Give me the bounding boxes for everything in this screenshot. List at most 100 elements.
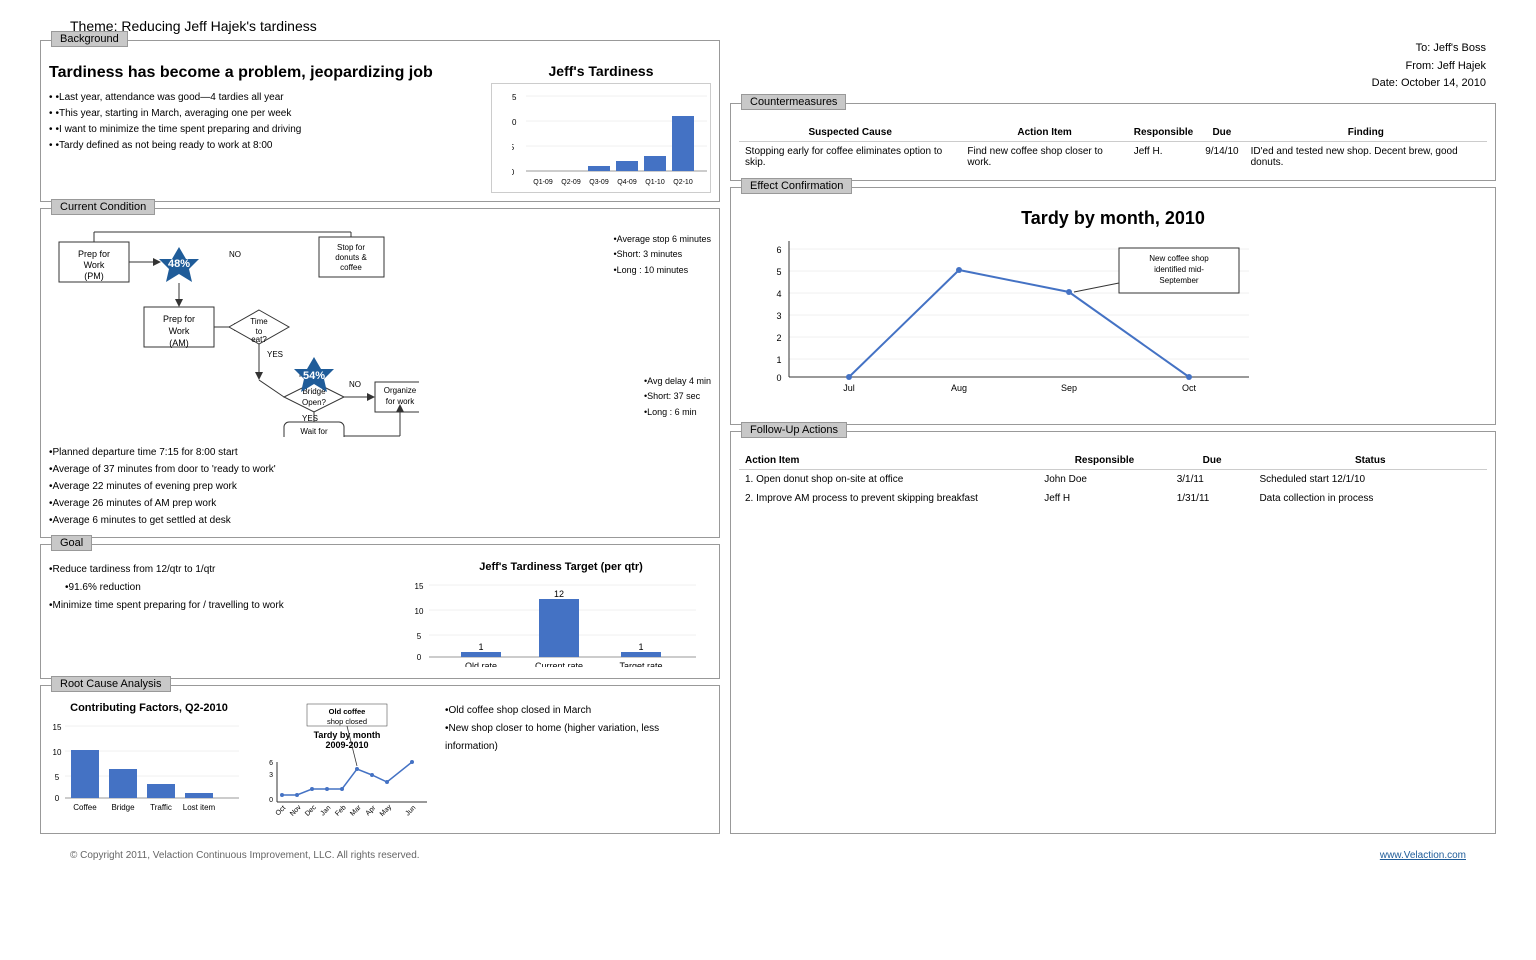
cm-col-finding: Finding (1245, 124, 1487, 142)
svg-text:for work: for work (386, 397, 415, 406)
page-title: Theme: Reducing Jeff Hajek's tardiness (70, 18, 1506, 34)
goal-chart-title: Jeff's Tardiness Target (per qtr) (411, 561, 711, 573)
followup-table: Action Item Responsible Due Status 1. Op… (739, 452, 1487, 508)
svg-text:Q1-10: Q1-10 (645, 179, 665, 186)
cm-cell-due: 9/14/10 (1199, 141, 1244, 172)
cm-cell-finding: ID'ed and tested new shop. Decent brew, … (1245, 141, 1487, 172)
copyright: © Copyright 2011, Velaction Continuous I… (70, 850, 420, 861)
fu-row: 2. Improve AM process to prevent skippin… (739, 489, 1487, 508)
svg-text:Q4-09: Q4-09 (617, 179, 637, 186)
svg-text:Coffee: Coffee (73, 803, 97, 812)
svg-text:Aug: Aug (951, 383, 967, 393)
tardy-note: •Old coffee shop closed in March (445, 702, 711, 720)
current-condition-label: Current Condition (51, 199, 155, 215)
root-cause-label: Root Cause Analysis (51, 676, 171, 692)
svg-text:Old rate: Old rate (465, 661, 497, 667)
svg-text:0: 0 (417, 653, 422, 662)
svg-text:Jun: Jun (404, 804, 417, 817)
fu-cell-status: Scheduled start 12/1/10 (1253, 469, 1487, 489)
svg-text:12: 12 (554, 589, 564, 599)
svg-text:Nov: Nov (289, 804, 303, 818)
flowchart-svg: Prep for Work (PM) 48% (49, 227, 419, 437)
svg-text:0: 0 (512, 168, 515, 177)
background-text: Tardiness has become a problem, jeopardi… (49, 63, 483, 193)
svg-text:Sep: Sep (1061, 383, 1077, 393)
fu-cell-responsible: John Doe (1038, 469, 1171, 489)
svg-text:15: 15 (415, 582, 424, 591)
countermeasures-table: Suspected Cause Action Item Responsible … (739, 124, 1487, 172)
followup-label: Follow-Up Actions (741, 422, 847, 438)
goal-text: •Reduce tardiness from 12/qtr to 1/qtr•9… (49, 561, 403, 670)
svg-text:September: September (1159, 276, 1198, 285)
tardiness-chart: Jeff's Tardiness 15 10 5 0 (491, 63, 711, 193)
svg-text:Organize: Organize (384, 386, 417, 395)
background-section: Background Tardiness has become a proble… (40, 40, 720, 202)
svg-text:coffee: coffee (340, 263, 362, 272)
svg-text:Q2-09: Q2-09 (561, 179, 581, 186)
cm-col-due: Due (1199, 124, 1244, 142)
svg-text:1: 1 (776, 355, 781, 365)
right-panel: To: Jeff's Boss From: Jeff Hajek Date: O… (730, 40, 1496, 834)
svg-text:Apr: Apr (365, 804, 378, 817)
svg-text:Lost item: Lost item (183, 803, 216, 812)
background-bullet: •I want to minimize the time spent prepa… (49, 122, 483, 138)
cf-chart-svg: 15 10 5 0 (49, 718, 244, 818)
svg-text:54%: 54% (303, 370, 325, 382)
goal-bullet: •Reduce tardiness from 12/qtr to 1/qtr (49, 561, 403, 579)
svg-text:10: 10 (415, 607, 424, 616)
fu-cell-action: 2. Improve AM process to prevent skippin… (739, 489, 1038, 508)
fu-col-due: Due (1171, 452, 1254, 470)
svg-text:10: 10 (53, 748, 62, 757)
tardy-notes: •Old coffee shop closed in March•New sho… (445, 702, 711, 825)
goal-section: Goal •Reduce tardiness from 12/qtr to 1/… (40, 544, 720, 679)
cm-col-cause: Suspected Cause (739, 124, 961, 142)
condition-bullet: •Average 6 minutes to get settled at des… (49, 512, 711, 529)
cm-cell-responsible: Jeff H. (1128, 141, 1199, 172)
svg-text:Traffic: Traffic (150, 803, 172, 812)
svg-text:shop closed: shop closed (327, 717, 367, 726)
svg-text:donuts &: donuts & (335, 253, 367, 262)
svg-text:Work: Work (169, 326, 190, 336)
tardy-history-chart: Old coffee shop closed Tardy by month 20… (257, 702, 437, 825)
website-link[interactable]: www.Velaction.com (1380, 850, 1466, 861)
background-bullet: •Tardy defined as not being ready to wor… (49, 138, 483, 154)
svg-text:5: 5 (512, 143, 515, 152)
svg-text:Tardy by month: Tardy by month (314, 730, 381, 740)
goal-bullet: •91.6% reduction (65, 579, 403, 597)
header-info: To: Jeff's Boss From: Jeff Hajek Date: O… (730, 40, 1496, 93)
svg-text:6: 6 (776, 245, 781, 255)
goal-label: Goal (51, 535, 92, 551)
countermeasures-label: Countermeasures (741, 94, 846, 110)
followup-section: Follow-Up Actions Action Item Responsibl… (730, 431, 1496, 834)
svg-text:Oct: Oct (275, 805, 288, 818)
svg-text:identified mid-: identified mid- (1154, 265, 1204, 274)
footer: © Copyright 2011, Velaction Continuous I… (30, 844, 1506, 867)
svg-text:1: 1 (638, 642, 643, 652)
fu-cell-due: 1/31/11 (1171, 489, 1254, 508)
svg-text:Q1-09: Q1-09 (533, 179, 553, 186)
svg-text:Open?: Open? (302, 398, 327, 407)
svg-text:Current rate: Current rate (535, 661, 583, 667)
cm-header-row: Suspected Cause Action Item Responsible … (739, 124, 1487, 142)
svg-text:(AM): (AM) (169, 338, 189, 348)
fu-cell-due: 3/1/11 (1171, 469, 1254, 489)
fu-col-status: Status (1253, 452, 1487, 470)
svg-text:4: 4 (776, 289, 781, 299)
svg-text:Q2-10: Q2-10 (673, 179, 693, 186)
svg-text:Work: Work (84, 260, 105, 270)
svg-text:0: 0 (55, 794, 60, 803)
svg-text:5: 5 (417, 632, 422, 641)
svg-text:Time: Time (250, 317, 268, 326)
effect-section: Effect Confirmation Tardy by month, 2010… (730, 187, 1496, 425)
svg-text:Oct: Oct (1182, 383, 1197, 393)
svg-text:Jul: Jul (843, 383, 855, 393)
condition-bullet: •Average 26 minutes of AM prep work (49, 495, 711, 512)
svg-text:Dec: Dec (304, 804, 318, 818)
fu-cell-responsible: Jeff H (1038, 489, 1171, 508)
svg-text:6: 6 (269, 760, 273, 767)
effect-label: Effect Confirmation (741, 178, 852, 194)
background-bullets: •Last year, attendance was good—4 tardie… (49, 90, 483, 154)
svg-text:Bridge: Bridge (111, 803, 135, 812)
background-bullet: •Last year, attendance was good—4 tardie… (49, 90, 483, 106)
svg-text:NO: NO (349, 380, 361, 389)
